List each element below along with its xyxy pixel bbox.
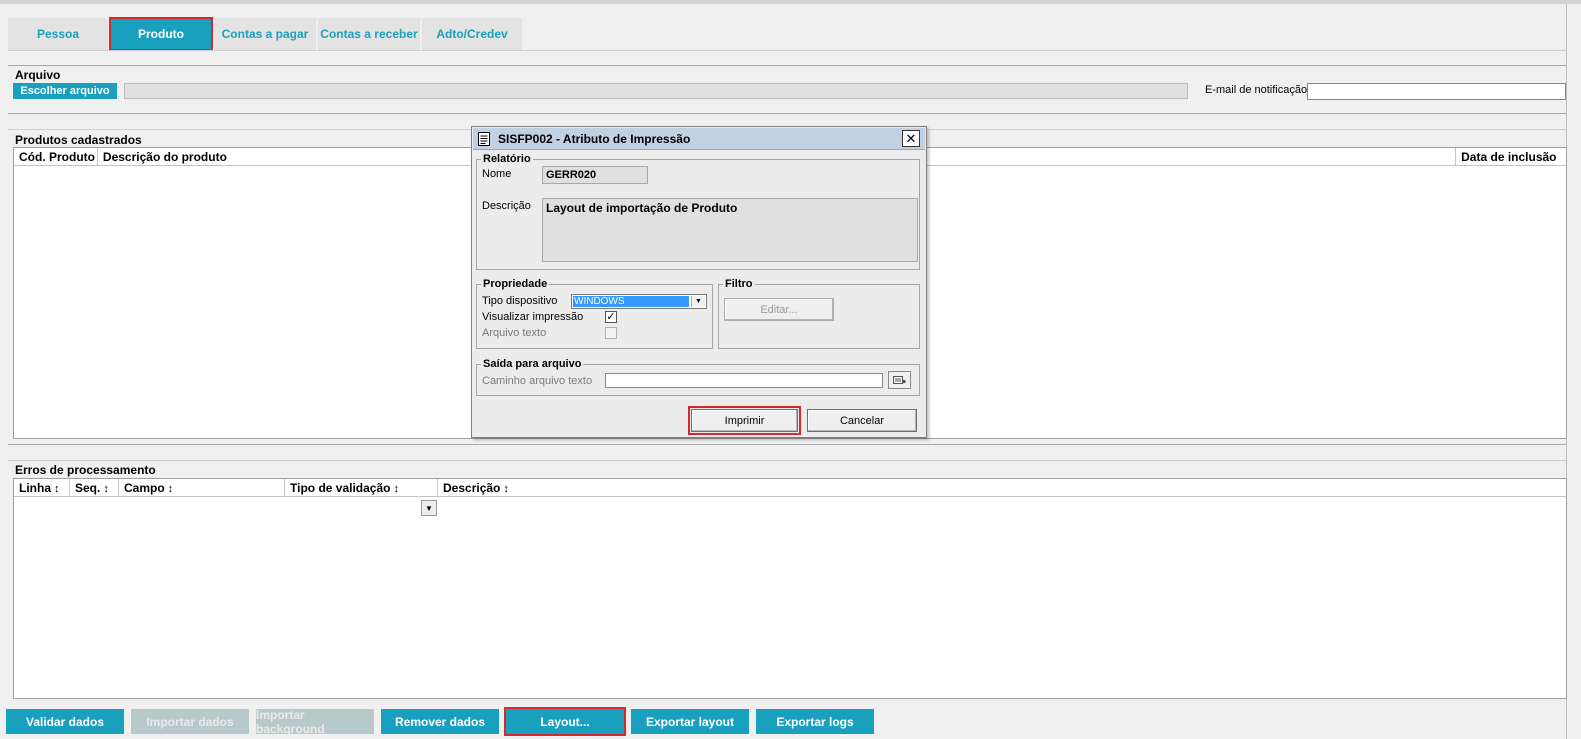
- col-header-descricao[interactable]: Descrição ↕: [438, 479, 1566, 497]
- checkmark-icon: ✓: [606, 311, 616, 323]
- col-header-data-inclusao[interactable]: Data de inclusão: [1456, 148, 1566, 166]
- col-header-campo[interactable]: Campo ↕: [119, 479, 285, 497]
- nome-label: Nome: [482, 168, 512, 180]
- erros-table-header: Linha ↕ Seq. ↕ Campo ↕ Tipo de validação ↕ D…: [14, 479, 1566, 497]
- sort-icon: ↕: [54, 483, 60, 495]
- produtos-title: Produtos cadastrados: [15, 133, 142, 147]
- choose-file-button[interactable]: Escolher arquivo: [13, 83, 117, 99]
- caminho-arquivo-label: Caminho arquivo texto: [482, 375, 593, 387]
- browse-button[interactable]: [888, 371, 911, 389]
- nome-field: GERR020: [542, 166, 648, 184]
- saida-arquivo-legend: Saída para arquivo: [483, 358, 582, 370]
- tabs-divider: [8, 50, 1566, 51]
- relatorio-legend: Relatório: [483, 153, 531, 165]
- tipo-dispositivo-value: WINDOWS: [573, 296, 689, 307]
- arquivo-texto-label: Arquivo texto: [482, 327, 547, 339]
- tipo-dispositivo-label: Tipo dispositivo: [482, 295, 558, 307]
- chevron-down-icon: ▼: [425, 503, 433, 513]
- section-divider: [8, 65, 1566, 66]
- tab-adto-credev[interactable]: Adto/Credev: [422, 18, 522, 50]
- layout-button[interactable]: Layout...: [504, 707, 626, 736]
- visualizar-impressao-checkbox[interactable]: ✓: [605, 311, 617, 323]
- col-header-linha[interactable]: Linha ↕: [14, 479, 70, 497]
- editar-button[interactable]: Editar...: [724, 298, 834, 321]
- close-button[interactable]: ✕: [902, 130, 920, 147]
- tab-contas-a-pagar[interactable]: Contas a pagar: [214, 18, 316, 50]
- section-divider: [8, 444, 1566, 445]
- tab-contas-a-receber[interactable]: Contas a receber: [318, 18, 420, 50]
- visualizar-impressao-label: Visualizar impressão: [482, 311, 584, 323]
- arquivo-title: Arquivo: [15, 68, 61, 82]
- section-divider: [8, 460, 1566, 461]
- chevron-down-icon: ▼: [691, 296, 705, 307]
- arquivo-texto-checkbox[interactable]: [605, 327, 617, 339]
- propriedade-legend: Propriedade: [483, 278, 548, 290]
- descricao-label: Descrição: [482, 200, 531, 212]
- exportar-logs-button[interactable]: Exportar logs: [756, 709, 874, 734]
- email-field[interactable]: [1307, 83, 1566, 100]
- erros-title: Erros de processamento: [15, 463, 156, 477]
- exportar-layout-button[interactable]: Exportar layout: [631, 709, 749, 734]
- filtro-legend: Filtro: [725, 278, 753, 290]
- imprimir-button[interactable]: Imprimir: [688, 406, 801, 435]
- sort-icon: ↕: [103, 483, 109, 495]
- top-border: [0, 0, 1581, 4]
- document-icon: [478, 132, 490, 146]
- dialog-titlebar[interactable]: SISFP002 - Atributo de Impressão ✕: [473, 128, 925, 150]
- caminho-arquivo-field[interactable]: [605, 373, 883, 388]
- tipo-dispositivo-select[interactable]: WINDOWS ▼: [571, 294, 707, 309]
- close-icon: ✕: [905, 130, 917, 146]
- importar-dados-button[interactable]: Importar dados: [131, 709, 249, 734]
- tipo-validacao-filter-dropdown[interactable]: ▼: [421, 500, 437, 516]
- descricao-field: Layout de importação de Produto: [542, 198, 918, 262]
- remover-dados-button[interactable]: Remover dados: [381, 709, 499, 734]
- sort-icon: ↕: [393, 483, 399, 495]
- dialog-title: SISFP002 - Atributo de Impressão: [498, 132, 691, 146]
- tab-produto[interactable]: Produto: [109, 17, 213, 51]
- validar-dados-button[interactable]: Validar dados: [6, 709, 124, 734]
- section-divider: [8, 113, 1566, 114]
- erros-table[interactable]: Linha ↕ Seq. ↕ Campo ↕ Tipo de validação ↕ D…: [13, 478, 1567, 699]
- col-header-tipo-validacao[interactable]: Tipo de validação ↕: [285, 479, 438, 497]
- folder-browse-icon: [893, 376, 906, 384]
- file-path-display: [124, 83, 1188, 99]
- sort-icon: ↕: [167, 483, 174, 495]
- tab-bar: Pessoa Produto Contas a pagar Contas a r…: [8, 17, 522, 51]
- email-label: E-mail de notificação: [1205, 84, 1308, 96]
- print-attributes-dialog: SISFP002 - Atributo de Impressão ✕ Relat…: [471, 126, 927, 438]
- sort-icon: ↕: [503, 483, 509, 495]
- importar-background-button[interactable]: Importar background: [256, 708, 374, 736]
- col-header-seq[interactable]: Seq. ↕: [70, 479, 119, 497]
- col-header-cod-produto[interactable]: Cód. Produto: [14, 148, 98, 166]
- tab-pessoa[interactable]: Pessoa: [8, 18, 108, 50]
- cancelar-button[interactable]: Cancelar: [807, 409, 917, 432]
